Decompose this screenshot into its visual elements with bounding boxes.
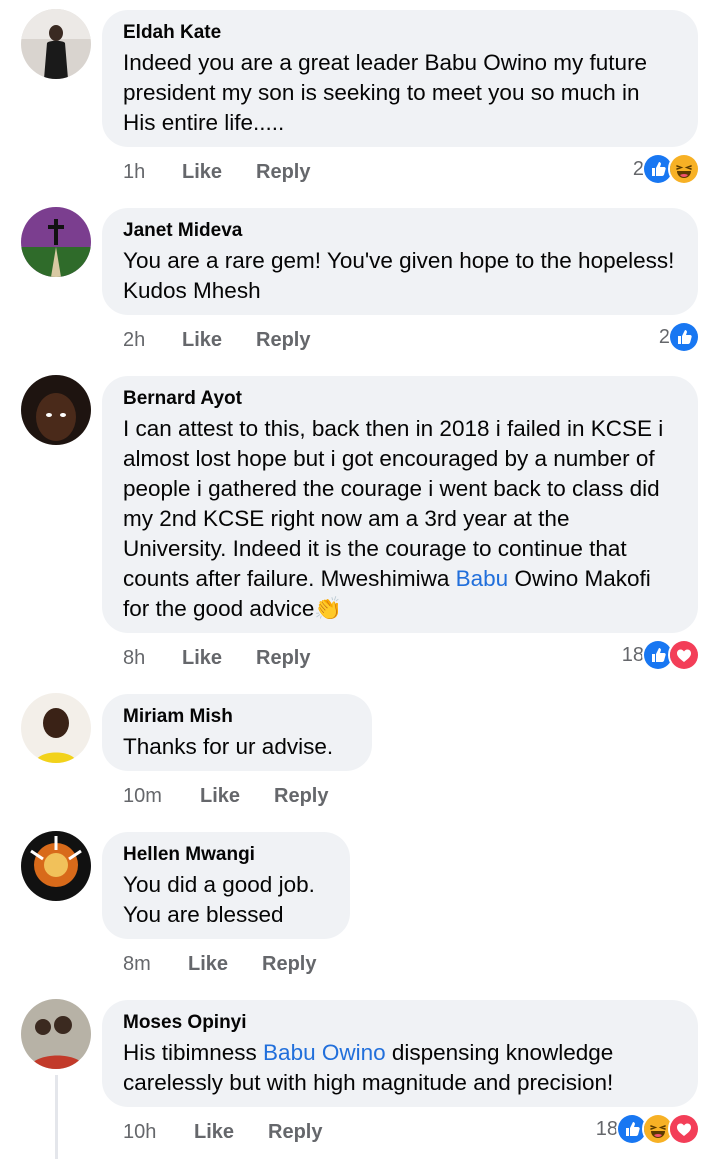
author-name[interactable]: Miriam Mish xyxy=(123,705,350,729)
reaction-count: 18 xyxy=(595,1117,618,1140)
avatar[interactable] xyxy=(21,207,91,277)
avatar[interactable] xyxy=(21,693,91,763)
reaction-count: 18 xyxy=(621,643,644,666)
reaction-summary[interactable]: 18 xyxy=(621,639,700,671)
timestamp[interactable]: 1h xyxy=(123,159,145,185)
timestamp[interactable]: 8h xyxy=(123,645,145,671)
love-reaction-icon xyxy=(668,1113,700,1145)
comment-bubble: Eldah Kate Indeed you are a great leader… xyxy=(102,10,698,147)
like-button[interactable]: Like xyxy=(188,951,228,977)
reaction-summary[interactable]: 2 xyxy=(659,321,700,353)
timestamp[interactable]: 8m xyxy=(123,951,151,977)
timestamp[interactable]: 10m xyxy=(123,783,162,809)
comment-text: I can attest to this, back then in 2018 … xyxy=(123,416,664,621)
comment-text: You are a rare gem! You've given hope to… xyxy=(123,248,675,303)
avatar[interactable] xyxy=(21,375,91,445)
timestamp[interactable]: 2h xyxy=(123,327,145,353)
comment-bubble: Bernard Ayot I can attest to this, back … xyxy=(102,376,698,633)
like-button[interactable]: Like xyxy=(194,1119,234,1145)
clapping-emoji: 👏 xyxy=(314,596,343,621)
reply-button[interactable]: Reply xyxy=(268,1119,322,1145)
comment-text: His tibimness Babu Owino dispensing know… xyxy=(123,1040,614,1095)
comment-text: Thanks for ur advise. xyxy=(123,734,334,759)
reply-button[interactable]: Reply xyxy=(274,783,328,809)
comment-bubble: Moses Opinyi His tibimness Babu Owino di… xyxy=(102,1000,698,1107)
comment-text: Indeed you are a great leader Babu Owino… xyxy=(123,50,648,135)
author-name[interactable]: Janet Mideva xyxy=(123,219,676,243)
mention-link[interactable]: Babu Owino xyxy=(263,1040,386,1065)
like-button[interactable]: Like xyxy=(200,783,240,809)
reply-button[interactable]: Reply xyxy=(262,951,316,977)
reply-thread-line xyxy=(55,1075,58,1159)
avatar[interactable] xyxy=(21,831,91,901)
author-name[interactable]: Eldah Kate xyxy=(123,21,676,45)
reply-button[interactable]: Reply xyxy=(256,645,310,671)
timestamp[interactable]: 10h xyxy=(123,1119,156,1145)
like-reaction-icon xyxy=(668,321,700,353)
like-button[interactable]: Like xyxy=(182,645,222,671)
comment-text: You did a good job. You are blessed xyxy=(123,872,315,927)
haha-reaction-icon xyxy=(668,153,700,185)
author-name[interactable]: Moses Opinyi xyxy=(123,1011,676,1035)
like-button[interactable]: Like xyxy=(182,159,222,185)
reply-button[interactable]: Reply xyxy=(256,327,310,353)
avatar[interactable] xyxy=(21,9,91,79)
mention-link[interactable]: Babu xyxy=(456,566,509,591)
reply-button[interactable]: Reply xyxy=(256,159,310,185)
reaction-summary[interactable]: 18 xyxy=(595,1113,700,1145)
comment-bubble: Hellen Mwangi You did a good job. You are… xyxy=(102,832,350,939)
avatar[interactable] xyxy=(21,999,91,1069)
like-button[interactable]: Like xyxy=(182,327,222,353)
comment-bubble: Miriam Mish Thanks for ur advise. xyxy=(102,694,372,771)
author-name[interactable]: Hellen Mwangi xyxy=(123,843,328,867)
comment-bubble: Janet Mideva You are a rare gem! You've … xyxy=(102,208,698,315)
reaction-summary[interactable]: 2 xyxy=(633,153,700,185)
love-reaction-icon xyxy=(668,639,700,671)
author-name[interactable]: Bernard Ayot xyxy=(123,387,676,411)
